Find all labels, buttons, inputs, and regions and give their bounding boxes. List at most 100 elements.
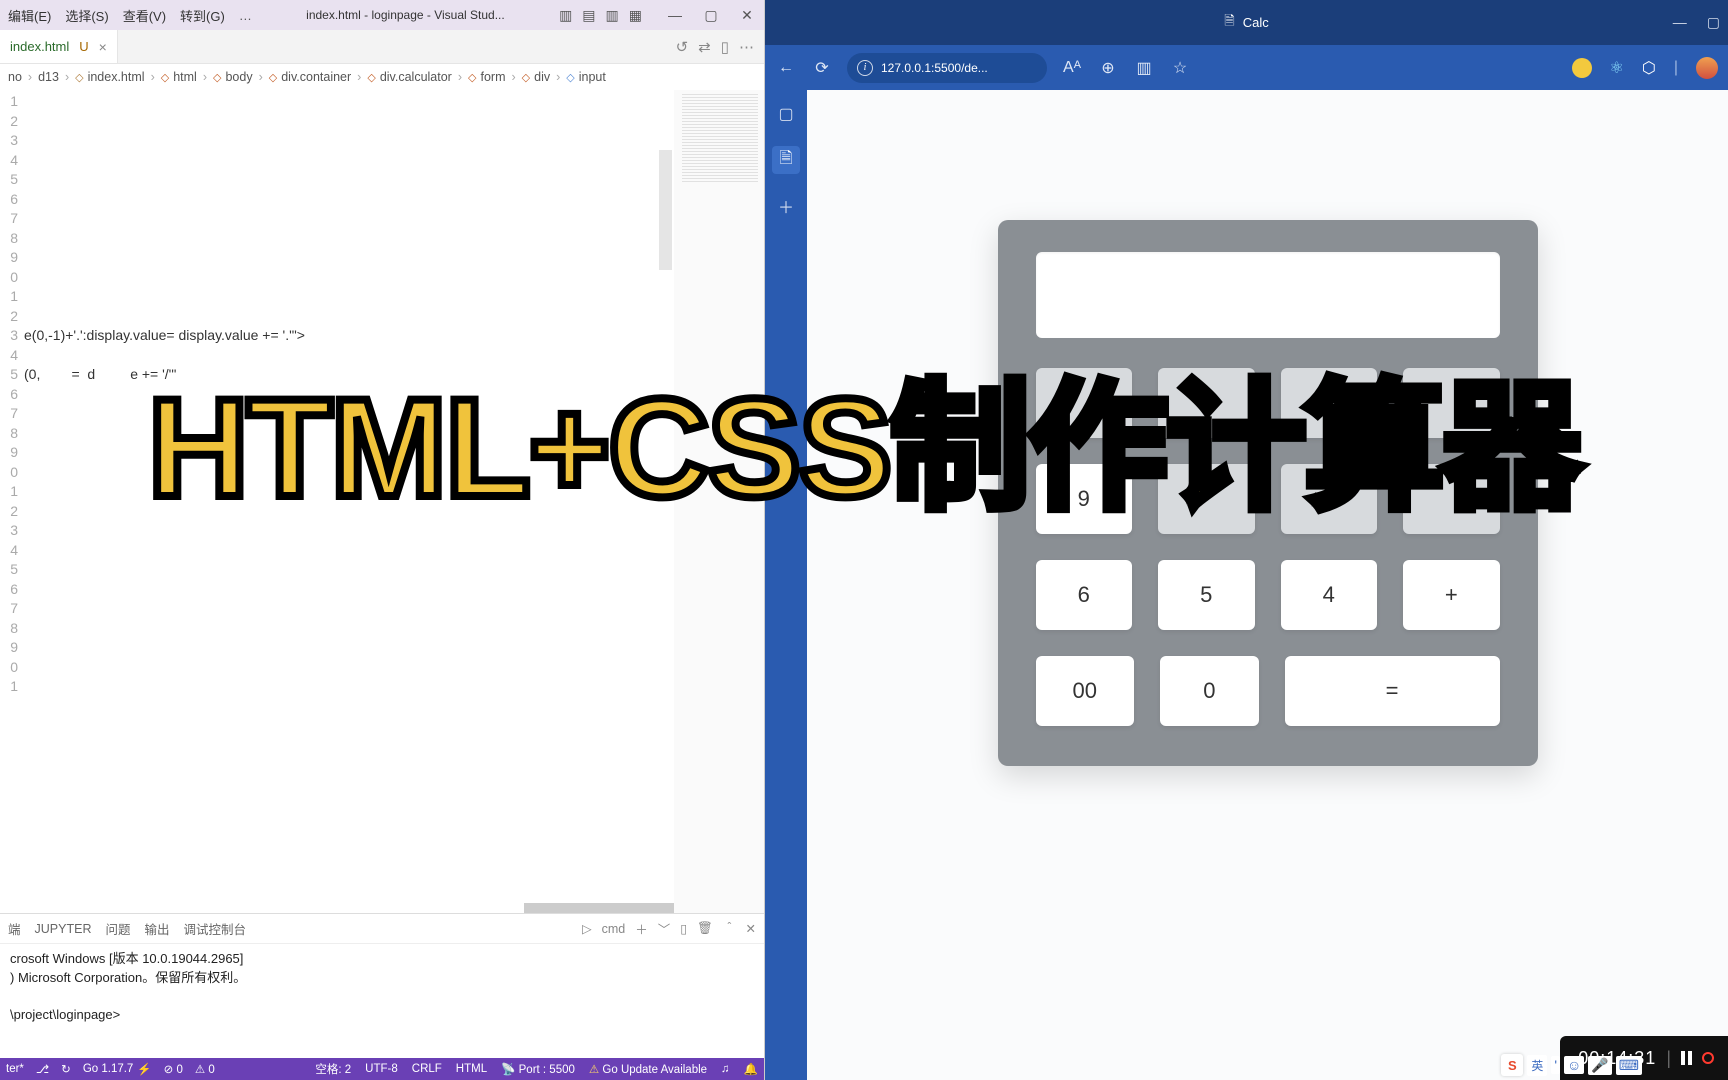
- ime-lang[interactable]: 英: [1527, 1055, 1547, 1076]
- browser-tab[interactable]: 🗎 Calc: [1224, 12, 1268, 34]
- extensions-icon[interactable]: ⬡: [1642, 58, 1656, 78]
- collections-icon[interactable]: ▥: [1133, 58, 1155, 78]
- calc-button-4[interactable]: 4: [1281, 560, 1378, 630]
- record-icon[interactable]: [1702, 1052, 1714, 1064]
- compare-icon[interactable]: ⇄: [698, 38, 711, 56]
- menu-view[interactable]: 查看(V): [123, 6, 166, 25]
- crumb[interactable]: html: [173, 70, 197, 84]
- calc-button-0[interactable]: 0: [1160, 656, 1259, 726]
- status-spaces[interactable]: 空格: 2: [315, 1061, 351, 1077]
- status-eol[interactable]: CRLF: [412, 1063, 442, 1075]
- calc-button-9[interactable]: 9: [1036, 464, 1133, 534]
- status-liveserver[interactable]: 📡 Port : 5500: [501, 1062, 575, 1076]
- status-branch-icon[interactable]: ⎇: [36, 1062, 49, 1076]
- extension-pill-icon[interactable]: [1572, 58, 1592, 78]
- status-bell-icon[interactable]: ♫: [721, 1063, 730, 1075]
- close-button[interactable]: ✕: [738, 7, 756, 24]
- status-go[interactable]: Go 1.17.7 ⚡: [83, 1062, 152, 1076]
- calc-button-equals[interactable]: =: [1285, 656, 1500, 726]
- breadcrumb[interactable]: no› d13› ◇index.html› ◇html› ◇body› ◇div…: [0, 64, 764, 90]
- kill-terminal-icon[interactable]: 🗑: [697, 921, 713, 936]
- calc-button-blank-1[interactable]: [1158, 368, 1255, 438]
- menu-more[interactable]: …: [239, 8, 252, 23]
- status-go-update[interactable]: ⚠ Go Update Available: [589, 1062, 707, 1076]
- sidebar-page-icon[interactable]: 🗎: [772, 146, 800, 174]
- reading-view-icon[interactable]: Aᴬ: [1061, 59, 1083, 77]
- code-area[interactable]: e(0,-1)+'.':display.value= display.value…: [24, 90, 674, 913]
- minimap[interactable]: [674, 90, 764, 913]
- ime-keyboard-icon[interactable]: ⌨: [1616, 1056, 1642, 1075]
- tab-close-icon[interactable]: ×: [99, 39, 107, 55]
- more-actions-icon[interactable]: ⋯: [739, 38, 754, 56]
- calc-button-blank-2[interactable]: [1281, 368, 1378, 438]
- calc-display[interactable]: [1036, 252, 1500, 338]
- sogou-icon[interactable]: S: [1501, 1054, 1523, 1076]
- browser-maximize-button[interactable]: ▢: [1707, 14, 1720, 31]
- tab-jupyter[interactable]: JUPYTER: [35, 922, 92, 936]
- status-language[interactable]: HTML: [456, 1063, 487, 1075]
- crumb[interactable]: div: [534, 70, 550, 84]
- menu-select[interactable]: 选择(S): [65, 6, 108, 25]
- layout-toggle-left-icon[interactable]: ▥: [559, 7, 572, 24]
- ime-mic-icon[interactable]: 🎤: [1588, 1056, 1611, 1075]
- calc-button-hidden-2[interactable]: [1281, 464, 1378, 534]
- split-editor-icon[interactable]: ▯: [721, 38, 729, 56]
- calc-button-blank-3[interactable]: [1403, 368, 1500, 438]
- calc-button-hidden-3[interactable]: [1403, 464, 1500, 534]
- ime-punct-icon[interactable]: ': [1551, 1056, 1560, 1074]
- editor[interactable]: 1234567890123456789012345678901 e(0,-1)+…: [0, 90, 764, 913]
- address-bar[interactable]: i 127.0.0.1:5500/de...: [847, 53, 1047, 83]
- crumb[interactable]: input: [579, 70, 606, 84]
- refresh-icon[interactable]: ⟳: [811, 58, 833, 78]
- crumb[interactable]: index.html: [88, 70, 145, 84]
- new-terminal-icon[interactable]: ＋: [635, 919, 648, 938]
- close-panel-icon[interactable]: ✕: [746, 921, 756, 936]
- favorite-icon[interactable]: ☆: [1169, 58, 1191, 78]
- crumb[interactable]: form: [480, 70, 505, 84]
- terminal-dropdown-icon[interactable]: ﹀: [658, 919, 671, 938]
- code-line-15[interactable]: (0, = d e += '/'": [24, 365, 674, 385]
- calc-button-00[interactable]: 00: [1036, 656, 1135, 726]
- site-info-icon[interactable]: i: [857, 60, 873, 76]
- sidebar-tabs-icon[interactable]: ▢: [772, 100, 800, 128]
- crumb[interactable]: body: [225, 70, 252, 84]
- crumb[interactable]: no: [8, 70, 22, 84]
- status-sync-icon[interactable]: ↻: [61, 1062, 71, 1076]
- maximize-button[interactable]: ▢: [702, 7, 720, 24]
- crumb[interactable]: d13: [38, 70, 59, 84]
- crumb[interactable]: div.container: [281, 70, 351, 84]
- status-notifications-icon[interactable]: 🔔: [744, 1062, 758, 1076]
- browser-minimize-button[interactable]: —: [1673, 14, 1687, 31]
- layout-customize-icon[interactable]: ▦: [629, 7, 642, 24]
- menu-edit[interactable]: 编辑(E): [8, 6, 51, 25]
- sidebar-add-icon[interactable]: ＋: [772, 192, 800, 220]
- tab-index-html[interactable]: index.html U ×: [0, 30, 118, 63]
- calc-button-6[interactable]: 6: [1036, 560, 1133, 630]
- status-warnings[interactable]: ⚠ 0: [195, 1062, 215, 1076]
- tab-problems[interactable]: 问题: [105, 919, 130, 938]
- profile-avatar[interactable]: [1696, 57, 1718, 79]
- status-errors[interactable]: ⊘ 0: [164, 1062, 183, 1076]
- layout-toggle-bottom-icon[interactable]: ▤: [582, 7, 595, 24]
- menu-go[interactable]: 转到(G): [180, 6, 225, 25]
- timeline-icon[interactable]: ↺: [676, 38, 689, 56]
- status-remote[interactable]: ter*: [6, 1063, 24, 1075]
- calc-button-ac[interactable]: [1036, 368, 1133, 438]
- tab-output[interactable]: 输出: [144, 919, 169, 938]
- code-line-13[interactable]: e(0,-1)+'.':display.value= display.value…: [24, 326, 674, 346]
- pause-icon[interactable]: [1681, 1051, 1692, 1065]
- calc-button-hidden-1[interactable]: [1158, 464, 1255, 534]
- status-encoding[interactable]: UTF-8: [365, 1063, 398, 1075]
- back-icon[interactable]: ←: [775, 59, 797, 77]
- tab-debug-console[interactable]: 调试控制台: [184, 919, 247, 938]
- extension-react-icon[interactable]: ⚛: [1610, 58, 1624, 78]
- terminal-shell-label[interactable]: cmd: [602, 922, 626, 936]
- terminal-run-icon[interactable]: ▷: [582, 921, 592, 936]
- split-terminal-icon[interactable]: ▯: [680, 921, 687, 936]
- maximize-panel-icon[interactable]: ＾: [723, 919, 736, 938]
- tab-terminal[interactable]: 端: [8, 919, 21, 938]
- ime-emoji-icon[interactable]: ☺: [1564, 1056, 1584, 1074]
- zoom-icon[interactable]: ⊕: [1097, 58, 1119, 78]
- calc-button-5[interactable]: 5: [1158, 560, 1255, 630]
- layout-toggle-right-icon[interactable]: ▥: [606, 7, 619, 24]
